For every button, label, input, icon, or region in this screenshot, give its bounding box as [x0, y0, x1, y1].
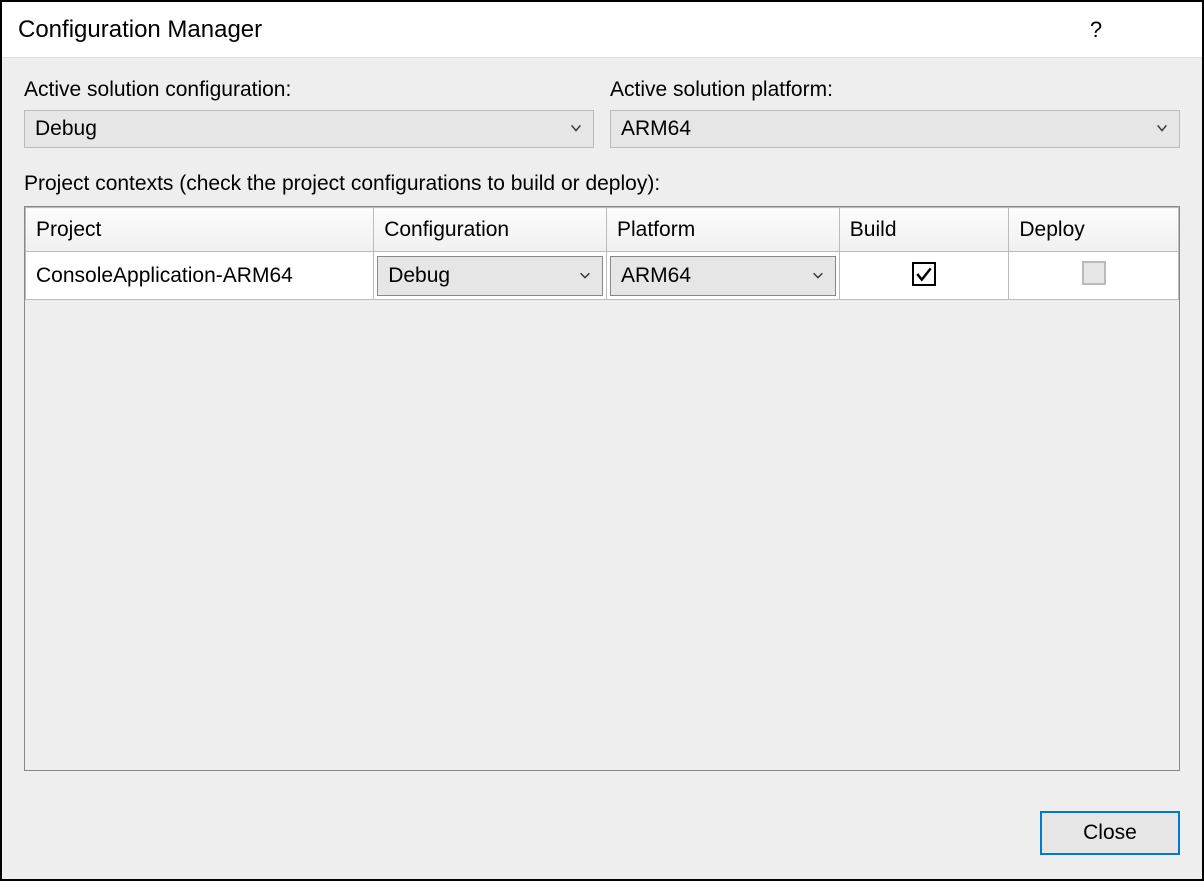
- row-config-dropdown[interactable]: Debug: [377, 256, 603, 296]
- grid-header-row: Project Configuration Platform Build Dep…: [26, 208, 1179, 252]
- header-platform[interactable]: Platform: [607, 208, 840, 252]
- titlebar: Configuration Manager ?: [2, 2, 1202, 58]
- cell-platform: ARM64: [607, 252, 840, 300]
- active-config-group: Active solution configuration: Debug: [24, 78, 594, 148]
- deploy-checkbox: [1082, 261, 1106, 285]
- configuration-manager-dialog: Configuration Manager ? Active solution …: [0, 0, 1204, 881]
- dialog-footer: Close: [2, 791, 1202, 879]
- close-window-button[interactable]: [1126, 2, 1186, 58]
- chevron-down-icon: [1155, 117, 1169, 141]
- active-platform-label: Active solution platform:: [610, 78, 1180, 102]
- project-grid-container: Project Configuration Platform Build Dep…: [24, 206, 1180, 771]
- chevron-down-icon: [811, 264, 825, 288]
- cell-deploy: [1009, 252, 1179, 300]
- active-platform-value: ARM64: [621, 117, 691, 141]
- grid-empty-area: [25, 300, 1179, 770]
- row-config-value: Debug: [388, 264, 450, 288]
- active-platform-dropdown[interactable]: ARM64: [610, 110, 1180, 148]
- chevron-down-icon: [578, 264, 592, 288]
- solution-config-row: Active solution configuration: Debug Act…: [24, 78, 1180, 148]
- header-build[interactable]: Build: [839, 208, 1009, 252]
- help-icon: ?: [1090, 17, 1102, 43]
- table-row: ConsoleApplication-ARM64 Debug: [26, 252, 1179, 300]
- cell-configuration: Debug: [374, 252, 607, 300]
- project-contexts-label: Project contexts (check the project conf…: [24, 172, 1180, 196]
- header-deploy[interactable]: Deploy: [1009, 208, 1179, 252]
- dialog-content: Active solution configuration: Debug Act…: [2, 58, 1202, 791]
- active-config-dropdown[interactable]: Debug: [24, 110, 594, 148]
- dialog-title: Configuration Manager: [18, 16, 1066, 44]
- active-config-label: Active solution configuration:: [24, 78, 594, 102]
- row-platform-dropdown[interactable]: ARM64: [610, 256, 836, 296]
- header-project[interactable]: Project: [26, 208, 374, 252]
- chevron-down-icon: [569, 117, 583, 141]
- cell-project: ConsoleApplication-ARM64: [26, 252, 374, 300]
- build-checkbox[interactable]: [912, 262, 936, 286]
- help-button[interactable]: ?: [1066, 2, 1126, 58]
- active-config-value: Debug: [35, 117, 97, 141]
- header-configuration[interactable]: Configuration: [374, 208, 607, 252]
- close-button[interactable]: Close: [1040, 811, 1180, 855]
- active-platform-group: Active solution platform: ARM64: [610, 78, 1180, 148]
- project-grid: Project Configuration Platform Build Dep…: [25, 207, 1179, 300]
- close-button-label: Close: [1083, 821, 1137, 845]
- cell-build: [839, 252, 1009, 300]
- project-name: ConsoleApplication-ARM64: [26, 264, 373, 288]
- row-platform-value: ARM64: [621, 264, 691, 288]
